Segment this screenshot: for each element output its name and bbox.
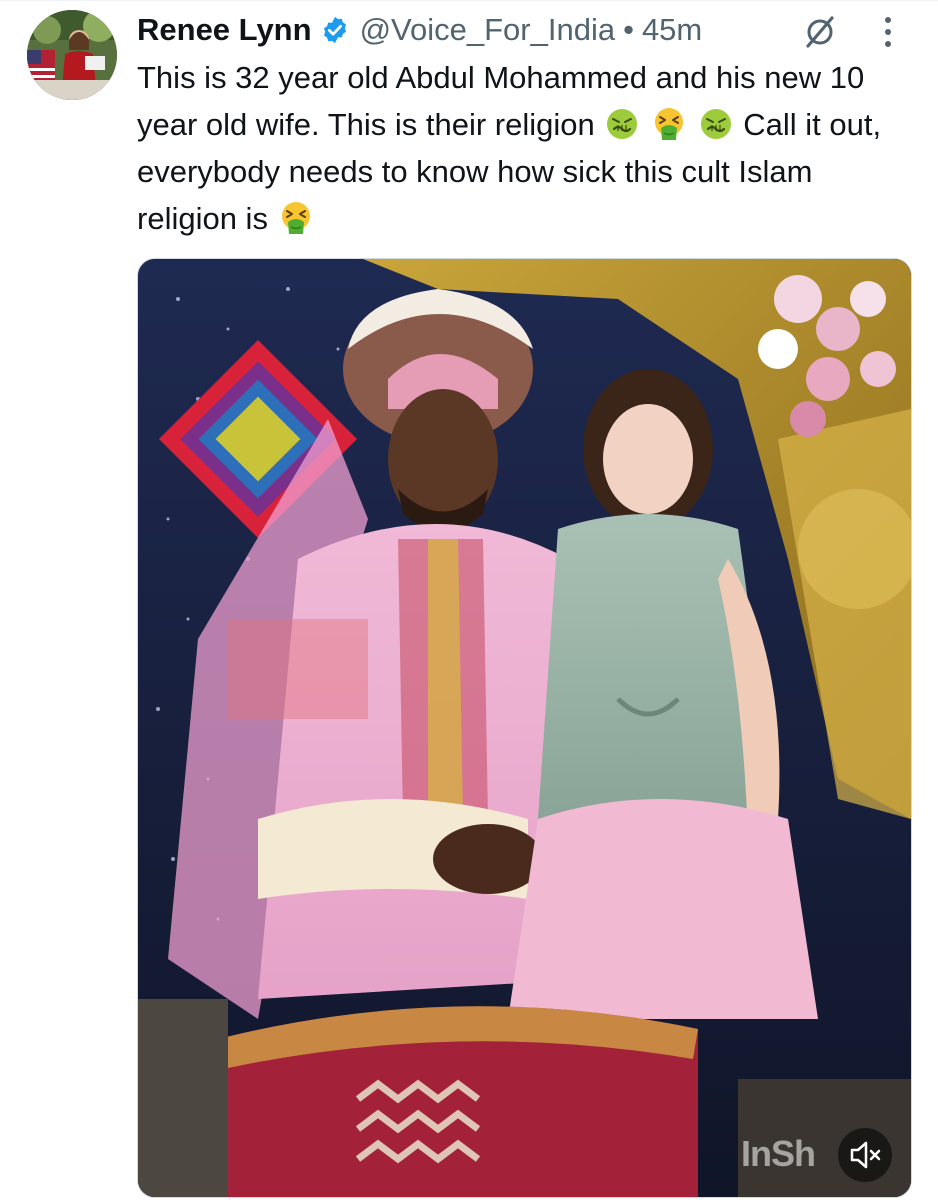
vomiting-face-emoji [279,201,313,235]
more-options-icon[interactable] [878,14,898,50]
verified-badge-icon [320,15,350,45]
nauseated-face-emoji [605,107,639,141]
nauseated-face-emoji [699,107,733,141]
author-avatar[interactable] [27,10,117,100]
author-handle[interactable]: @Voice_For_India [360,12,616,48]
separator-dot: • [623,12,634,47]
volume-muted-icon[interactable] [838,1128,892,1182]
top-divider [0,0,938,1]
post-header: Renee Lynn @Voice_For_India • 45m [137,8,702,52]
media-watermark: InSh [741,1133,816,1174]
author-name[interactable]: Renee Lynn [137,12,312,48]
post-text: This is 32 year old Abdul Mohammed and h… [137,54,917,242]
vomiting-face-emoji [652,107,686,141]
post-timestamp[interactable]: 45m [642,12,702,48]
post-media-video[interactable] [137,258,912,1198]
grok-icon[interactable] [803,15,837,49]
